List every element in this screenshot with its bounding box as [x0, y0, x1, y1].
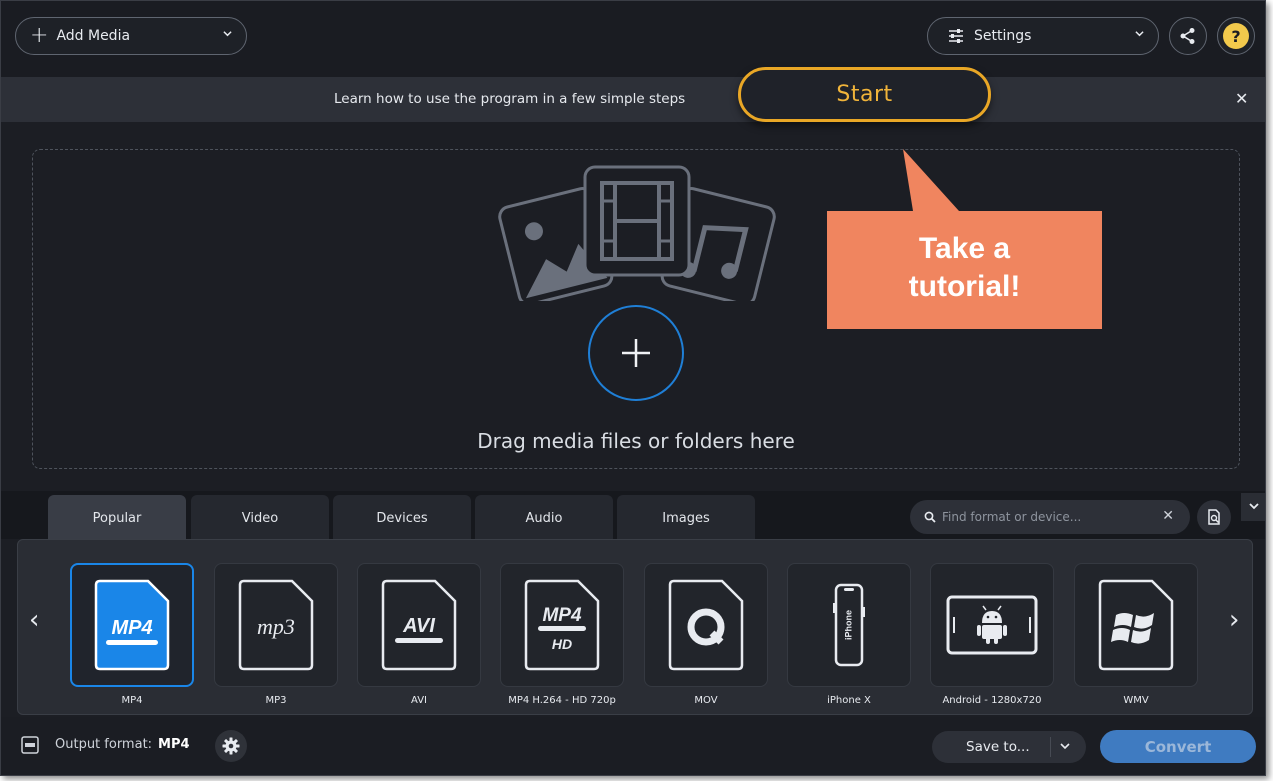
- chevron-right-icon[interactable]: ›: [1229, 605, 1239, 635]
- format-card-iphone-x[interactable]: iPhone: [787, 563, 911, 687]
- tutorial-callout: Take a tutorial!: [827, 211, 1102, 329]
- format-label-mp4: MP4: [121, 695, 143, 706]
- chevron-left-icon[interactable]: ‹: [29, 605, 39, 635]
- start-tutorial-button[interactable]: Start: [738, 67, 991, 122]
- plus-icon: [622, 339, 650, 367]
- tab-devices[interactable]: Devices: [333, 495, 471, 541]
- file-search-icon: [1208, 509, 1220, 525]
- tab-images[interactable]: Images: [617, 495, 755, 541]
- format-card-android[interactable]: [930, 563, 1054, 687]
- format-card-avi[interactable]: AVI: [357, 563, 481, 687]
- format-card-mp3[interactable]: mp3: [214, 563, 338, 687]
- tab-video[interactable]: Video: [191, 495, 329, 541]
- close-icon[interactable]: ✕: [1235, 89, 1248, 108]
- format-search-input[interactable]: Find format or device... ✕: [910, 500, 1190, 534]
- output-file-icon: [21, 736, 39, 754]
- chevron-down-icon: [1249, 503, 1259, 510]
- format-label-mp4-hd: MP4 H.264 - HD 720p: [508, 695, 616, 706]
- output-format-label: Output format:: [55, 737, 153, 752]
- save-to-label: Save to...: [966, 739, 1030, 755]
- format-label-mp3: MP3: [265, 695, 287, 706]
- format-card-mov[interactable]: [644, 563, 768, 687]
- format-gallery: [17, 539, 1253, 715]
- settings-button[interactable]: Settings: [927, 17, 1159, 55]
- format-label-wmv: WMV: [1123, 695, 1149, 706]
- callout-line-2: tutorial!: [908, 270, 1021, 303]
- output-settings-button[interactable]: [215, 730, 247, 762]
- format-card-mp4-hd[interactable]: MP4 HD: [500, 563, 624, 687]
- tab-popular[interactable]: Popular: [48, 495, 186, 541]
- chevron-down-icon[interactable]: [1135, 29, 1144, 38]
- mp4-video-icon: MP4: [94, 579, 170, 671]
- avi-icon-text: AVI: [402, 615, 435, 637]
- divider: [1050, 737, 1051, 757]
- windows-wmv-icon: [1098, 579, 1174, 671]
- save-to-button[interactable]: Save to...: [932, 731, 1086, 763]
- gear-icon: [222, 737, 240, 755]
- question-mark-icon: ?: [1223, 23, 1249, 49]
- output-format: Output format: MP4: [55, 737, 190, 752]
- tutorial-banner: Learn how to use the program in a few si…: [1, 77, 1265, 122]
- format-label-android: Android - 1280x720: [942, 695, 1042, 706]
- add-files-button[interactable]: [588, 305, 684, 401]
- iphone-icon-text: iPhone: [843, 610, 853, 640]
- callout-line-1: Take a: [918, 232, 1011, 265]
- output-format-value: MP4: [158, 737, 190, 752]
- drop-zone-hint: Drag media files or folders here: [477, 429, 795, 453]
- format-label-iphone-x: iPhone X: [827, 695, 871, 706]
- clear-search-icon[interactable]: ✕: [1162, 508, 1174, 524]
- mp4-icon-text: MP4: [111, 617, 152, 639]
- add-media-button[interactable]: + Add Media: [15, 17, 247, 55]
- share-icon: [1180, 28, 1195, 44]
- search-icon: [924, 511, 936, 523]
- help-button[interactable]: ?: [1217, 17, 1255, 55]
- iphone-icon: iPhone: [833, 583, 865, 667]
- convert-button[interactable]: Convert: [1100, 730, 1256, 763]
- avi-video-icon: AVI: [381, 579, 457, 671]
- settings-label: Settings: [974, 28, 1032, 44]
- mp4-hd-icon: MP4 HD: [524, 579, 600, 671]
- hd-icon-text: HD: [552, 636, 572, 652]
- tab-audio[interactable]: Audio: [475, 495, 613, 541]
- chevron-down-icon[interactable]: [1060, 741, 1070, 751]
- quicktime-mov-icon: [668, 579, 744, 671]
- format-preview-button[interactable]: [1197, 500, 1231, 534]
- format-label-avi: AVI: [411, 695, 427, 706]
- top-toolbar: + Add Media Settings ?: [1, 1, 1265, 77]
- android-tablet-icon: [946, 595, 1038, 655]
- sliders-icon: [949, 29, 963, 43]
- mp4-hd-icon-text: MP4: [542, 605, 582, 626]
- callout-pointer: [903, 149, 959, 211]
- media-files-icon: [498, 165, 776, 301]
- format-label-mov: MOV: [694, 695, 718, 706]
- format-card-mp4[interactable]: MP4: [70, 563, 194, 687]
- plus-icon: +: [30, 23, 49, 48]
- app-window: + Add Media Settings ? Learn how to use …: [0, 0, 1266, 776]
- share-button[interactable]: [1169, 17, 1207, 55]
- search-placeholder: Find format or device...: [942, 510, 1082, 524]
- add-media-label: Add Media: [56, 28, 131, 44]
- format-card-wmv[interactable]: [1074, 563, 1198, 687]
- chevron-down-icon[interactable]: [223, 29, 232, 38]
- tutorial-banner-text: Learn how to use the program in a few si…: [334, 91, 686, 107]
- mp3-icon-text: mp3: [257, 614, 295, 639]
- collapse-panel-button[interactable]: [1241, 493, 1265, 521]
- mp3-audio-icon: mp3: [238, 579, 314, 671]
